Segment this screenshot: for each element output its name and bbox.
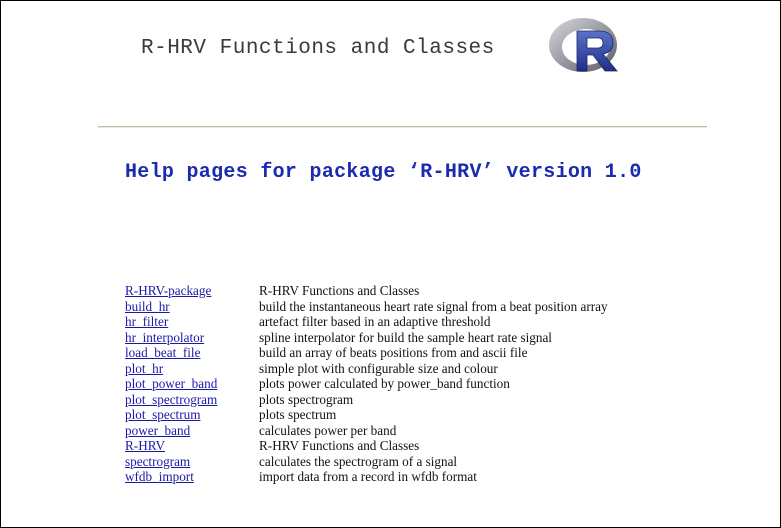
function-description: R-HRV Functions and Classes — [259, 438, 420, 453]
divider — [98, 126, 707, 128]
function-name-cell: plot_spectrum — [125, 407, 259, 423]
function-description: build an array of beats positions from a… — [259, 345, 528, 360]
table-row: build_hr build the instantaneous heart ra… — [125, 299, 608, 315]
function-link[interactable]: plot_spectrum — [125, 407, 200, 422]
help-page: R-HRV Functions and Classes Help pages f… — [0, 0, 781, 528]
function-index-table: R-HRV-package R-HRV Functions and Classes… — [125, 283, 608, 485]
function-name-cell: R-HRV — [125, 438, 259, 454]
table-row: plot_hr simple plot with configurable siz… — [125, 361, 608, 377]
function-description: plots power calculated by power_band fun… — [259, 376, 510, 391]
table-row: plot_power_band plots power calculated by… — [125, 376, 608, 392]
function-name-cell: spectrogram — [125, 454, 259, 470]
table-row: plot_spectrogram plots spectrogram — [125, 392, 608, 408]
function-name-cell: hr_filter — [125, 314, 259, 330]
function-name-cell: hr_interpolator — [125, 330, 259, 346]
page-title: R-HRV Functions and Classes — [141, 37, 495, 60]
table-row: load_beat_file build an array of beats po… — [125, 345, 608, 361]
function-description: simple plot with configurable size and c… — [259, 360, 498, 376]
function-link[interactable]: build_hr — [125, 299, 170, 314]
table-row: power_band calculates power per band — [125, 423, 608, 439]
function-name-cell: R-HRV-package — [125, 283, 259, 299]
function-link[interactable]: R-HRV-package — [125, 283, 211, 298]
function-name-cell: plot_power_band — [125, 376, 259, 392]
function-name-cell: power_band — [125, 423, 259, 439]
function-link[interactable]: spectrogram — [125, 454, 190, 469]
function-link[interactable]: plot_spectrogram — [125, 392, 217, 407]
function-link[interactable]: load_beat_file — [125, 345, 200, 360]
table-row: R-HRV-package R-HRV Functions and Classes — [125, 283, 608, 299]
table-row: spectrogram calculates the spectrogram of… — [125, 454, 608, 470]
function-link[interactable]: hr_interpolator — [125, 330, 204, 345]
function-description: calculates power per band — [259, 422, 397, 438]
function-name-cell: load_beat_file — [125, 345, 259, 361]
table-row: hr_filter artefact filter based in an ada… — [125, 314, 608, 330]
r-logo-icon — [549, 18, 618, 72]
function-description: R-HRV Functions and Classes — [259, 283, 420, 298]
function-description: import data from a record in wfdb format — [259, 469, 477, 484]
function-description: spline interpolator for build the sample… — [259, 329, 552, 345]
table-row: wfdb_import import data from a record in … — [125, 469, 608, 485]
function-link[interactable]: power_band — [125, 423, 190, 438]
function-description: plots spectrum — [259, 407, 337, 422]
function-name-cell: wfdb_import — [125, 469, 259, 485]
help-heading: Help pages for package ‘R-HRV’ version 1… — [125, 161, 642, 184]
table-row: plot_spectrum plots spectrum — [125, 407, 608, 423]
table-row: R-HRV R-HRV Functions and Classes — [125, 438, 608, 454]
function-link[interactable]: R-HRV — [125, 438, 165, 453]
function-link[interactable]: plot_power_band — [125, 376, 217, 391]
function-description: plots spectrogram — [259, 391, 354, 407]
table-row: hr_interpolator spline interpolator for b… — [125, 330, 608, 346]
function-link[interactable]: plot_hr — [125, 361, 163, 376]
function-name-cell: plot_hr — [125, 361, 259, 377]
function-description: build the instantaneous heart rate signa… — [259, 298, 608, 314]
function-description: calculates the spectrogram of a signal — [259, 453, 458, 469]
function-link[interactable]: hr_filter — [125, 314, 168, 329]
function-name-cell: plot_spectrogram — [125, 392, 259, 408]
function-name-cell: build_hr — [125, 299, 259, 315]
function-link[interactable]: wfdb_import — [125, 469, 194, 484]
function-description: artefact filter based in an adaptive thr… — [259, 314, 491, 329]
